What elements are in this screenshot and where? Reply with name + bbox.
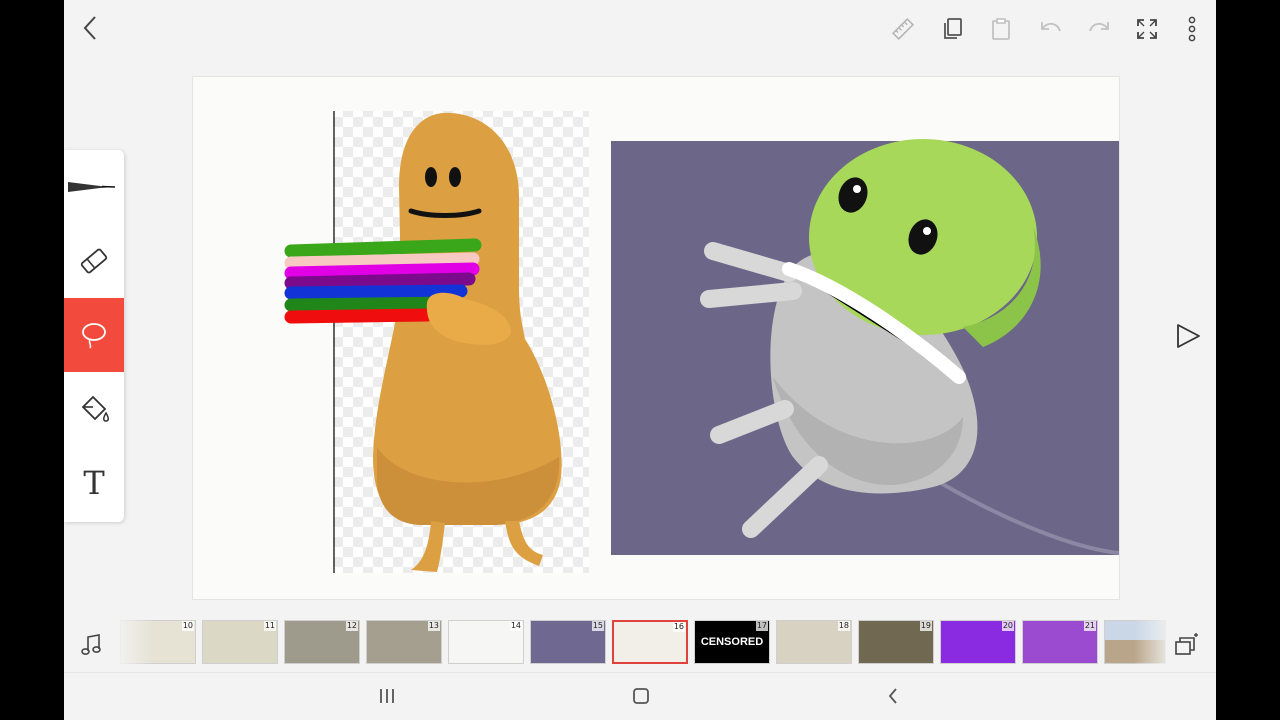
strip-fade-right bbox=[1134, 620, 1174, 664]
frame-number: 18 bbox=[837, 621, 850, 631]
paste-icon[interactable] bbox=[986, 14, 1016, 44]
frame-thumbnail[interactable]: 16 bbox=[612, 620, 688, 664]
recent-apps-icon[interactable] bbox=[372, 683, 402, 709]
back-nav-icon[interactable] bbox=[878, 683, 908, 709]
frame-number: 11 bbox=[263, 621, 276, 631]
frame-number: 17 bbox=[755, 621, 768, 631]
frame-thumbnail[interactable]: 18 bbox=[776, 620, 852, 664]
frame-number: 15 bbox=[591, 621, 604, 631]
frame-thumbnail[interactable]: 11 bbox=[202, 620, 278, 664]
music-note-icon[interactable] bbox=[76, 630, 106, 660]
frame-number: 13 bbox=[427, 621, 440, 631]
frame-number: 12 bbox=[345, 621, 358, 631]
frame-number: 10 bbox=[181, 621, 194, 631]
back-icon[interactable] bbox=[76, 12, 104, 44]
frame-thumbnail[interactable]: 19 bbox=[858, 620, 934, 664]
canvas-artwork bbox=[284, 111, 1120, 573]
frame-thumbnail[interactable]: 15 bbox=[530, 620, 606, 664]
copy-icon[interactable] bbox=[938, 14, 968, 44]
tool-panel: T bbox=[64, 150, 124, 522]
eraser-icon[interactable] bbox=[64, 224, 124, 298]
frame-number: 21 bbox=[1083, 621, 1096, 631]
home-icon[interactable] bbox=[626, 683, 656, 709]
play-icon[interactable] bbox=[1168, 316, 1208, 356]
frame-thumbnail[interactable]: 21 bbox=[1022, 620, 1098, 664]
drawing-canvas[interactable] bbox=[192, 76, 1120, 600]
frame-thumbnail[interactable]: 14 bbox=[448, 620, 524, 664]
pen-icon[interactable] bbox=[64, 150, 124, 224]
ruler-icon[interactable] bbox=[888, 14, 918, 44]
lasso-icon[interactable] bbox=[64, 298, 124, 372]
fullscreen-icon[interactable] bbox=[1132, 14, 1162, 44]
frame-number: 14 bbox=[509, 621, 522, 631]
green-character-image bbox=[611, 139, 1120, 555]
frame-thumbnail[interactable]: 20 bbox=[940, 620, 1016, 664]
frame-number: 19 bbox=[919, 621, 932, 631]
layers-icon[interactable] bbox=[1172, 630, 1202, 660]
flipaclip-app: T 10 11 12 13 14 15 16 CENSORED 17 18 19 20 21 bbox=[64, 0, 1216, 720]
text-tool-glyph: T bbox=[83, 464, 105, 502]
undo-icon[interactable] bbox=[1036, 14, 1066, 44]
frame-thumbnail[interactable]: CENSORED 17 bbox=[694, 620, 770, 664]
fill-bucket-icon[interactable] bbox=[64, 372, 124, 446]
frame-thumbnail[interactable]: 13 bbox=[366, 620, 442, 664]
navigation-bar bbox=[64, 672, 1216, 720]
text-tool-icon[interactable]: T bbox=[64, 446, 124, 520]
strip-fade-left bbox=[114, 620, 154, 664]
frame-number: 20 bbox=[1001, 621, 1014, 631]
more-vertical-icon[interactable] bbox=[1178, 14, 1206, 44]
frame-number: 16 bbox=[672, 622, 685, 632]
bean-character-image bbox=[284, 111, 589, 573]
frame-thumbnail[interactable]: 12 bbox=[284, 620, 360, 664]
frame-timeline: 10 11 12 13 14 15 16 CENSORED 17 18 19 20 21 bbox=[64, 612, 1216, 672]
redo-icon[interactable] bbox=[1084, 14, 1114, 44]
